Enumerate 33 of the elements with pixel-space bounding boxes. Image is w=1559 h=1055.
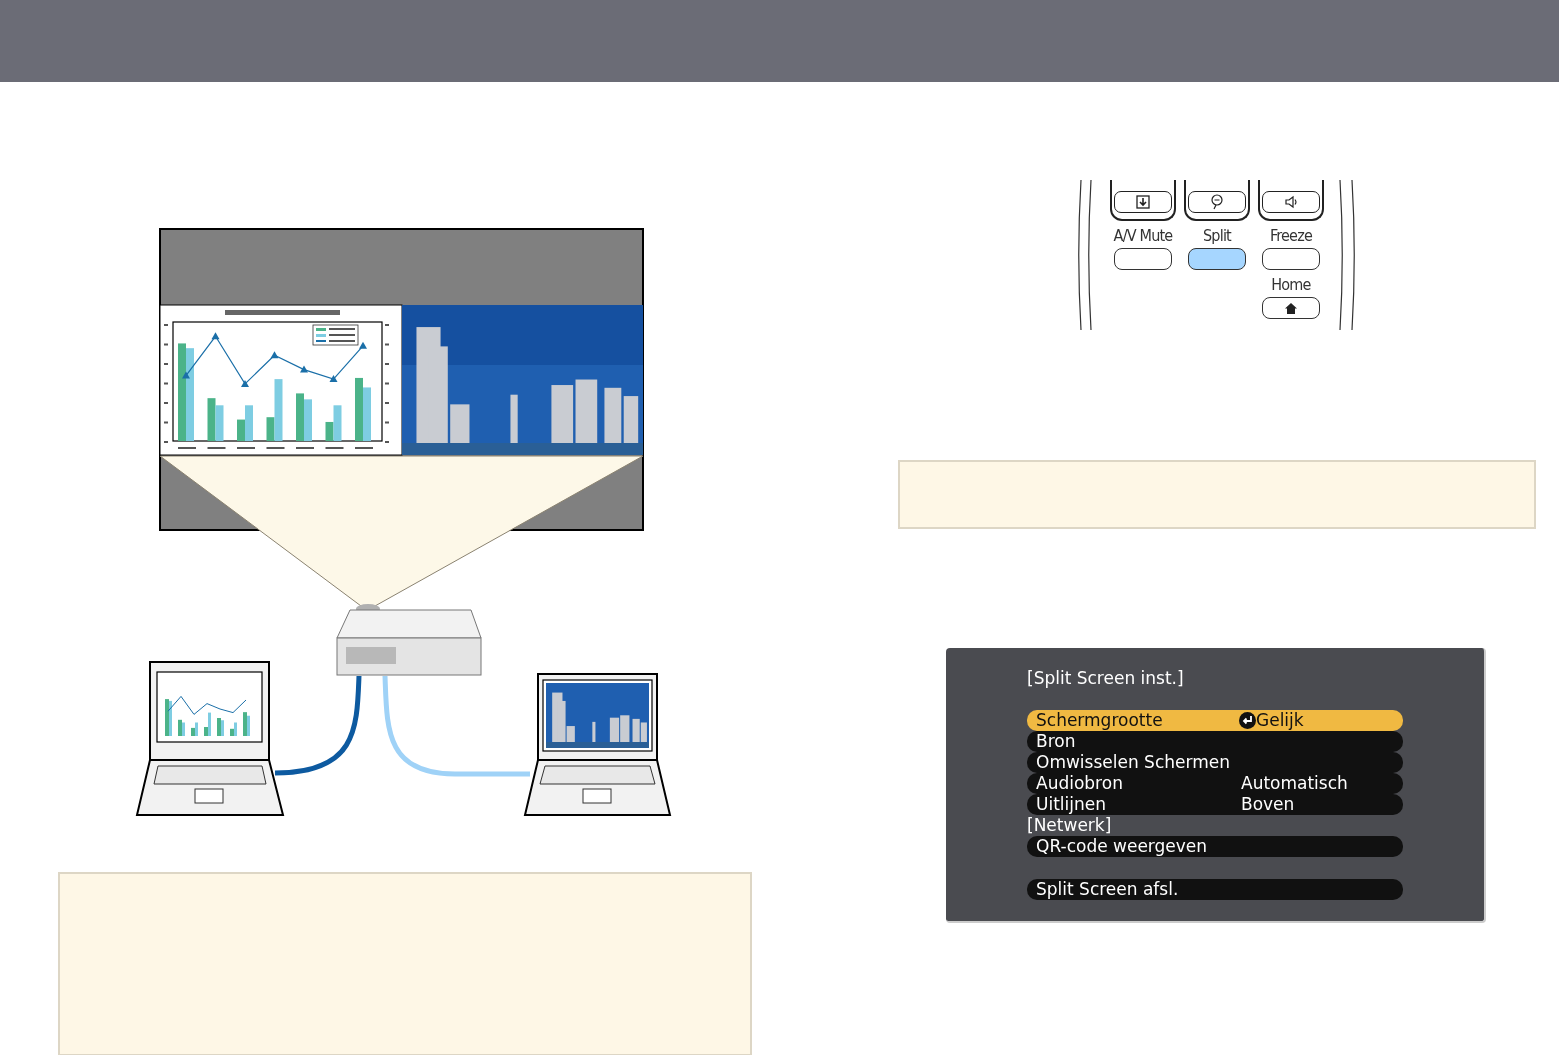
- chart-point: [329, 375, 338, 383]
- remote-key[interactable]: [1184, 180, 1250, 221]
- home-key[interactable]: [1262, 297, 1320, 319]
- download-icon: [1136, 195, 1150, 209]
- speaker-icon: [1284, 195, 1298, 209]
- chart-point: [182, 371, 190, 379]
- remote-key[interactable]: [1114, 248, 1172, 270]
- chart-point: [359, 341, 367, 349]
- chart-point: [300, 365, 308, 373]
- menu-title: [Split Screen inst.]: [1027, 667, 1185, 690]
- home-icon: [1285, 302, 1297, 314]
- remote-key[interactable]: [1258, 180, 1324, 221]
- menu-item[interactable]: Split Screen afsl.: [1027, 879, 1403, 900]
- remote-key[interactable]: [1188, 248, 1246, 270]
- menu-item[interactable]: Bron: [1027, 731, 1403, 752]
- key-label: Home: [1271, 275, 1311, 295]
- chart-bar: [207, 398, 216, 441]
- key-label: Freeze: [1270, 226, 1312, 246]
- chart-point: [241, 379, 249, 387]
- chart-point: [270, 351, 279, 359]
- remote-key[interactable]: [1110, 180, 1176, 221]
- menu-item[interactable]: QR-code weergeven: [1027, 836, 1403, 857]
- menu-item[interactable]: Omwisselen Schermen: [1027, 752, 1403, 773]
- key-label: Split: [1203, 226, 1231, 246]
- zoom-out-icon: [1210, 194, 1224, 210]
- chart-point: [211, 332, 220, 340]
- remote-key[interactable]: [1262, 248, 1320, 270]
- key-label: A/V Mute: [1113, 226, 1173, 246]
- menu-heading: [Netwerk]: [1027, 815, 1113, 836]
- menu-item[interactable]: Schermgrootte Gelijk: [1027, 710, 1403, 731]
- menu-item[interactable]: Uitlijnen Boven: [1027, 794, 1403, 815]
- chart-bar: [215, 405, 224, 441]
- menu-item[interactable]: Audiobron Automatisch: [1027, 773, 1403, 794]
